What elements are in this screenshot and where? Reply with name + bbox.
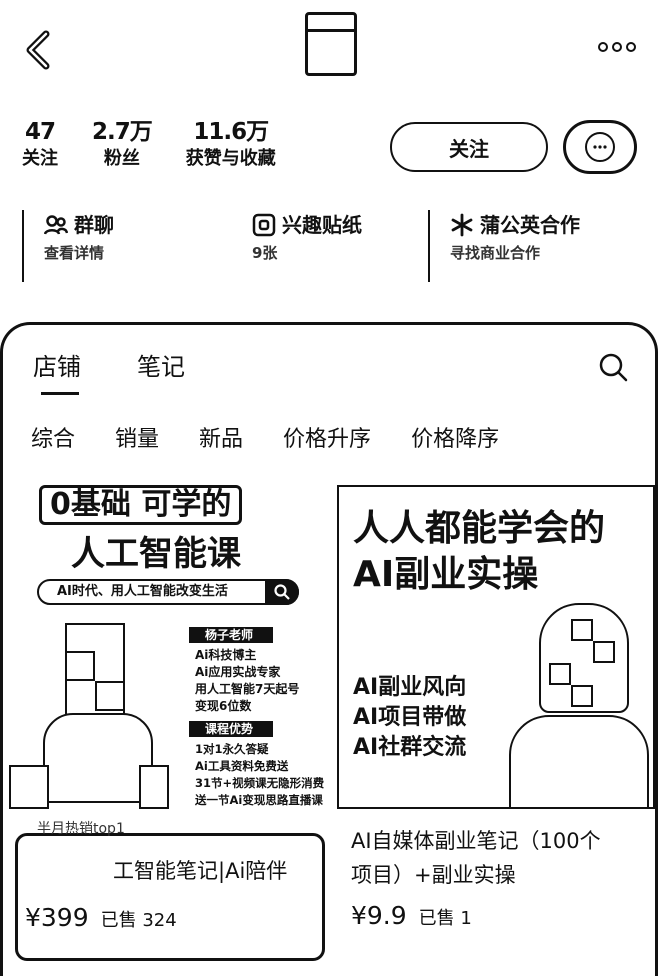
product-2-line: AI项目带做	[353, 705, 467, 730]
sticker-entry[interactable]: 兴趣贴纸 9张	[232, 210, 362, 282]
product-1-bullet: 送一节Ai变现思路直播课	[195, 793, 323, 807]
stat-likes[interactable]: 11.6万 获赞与收藏	[186, 118, 276, 172]
product-1-title[interactable]: 工智能笔记|Ai陪伴	[113, 853, 287, 889]
product-1-section1: 杨子老师	[189, 627, 273, 643]
stat-following-count: 47	[24, 119, 56, 145]
product-1-bullet: 1对1永久答疑	[195, 742, 269, 756]
back-arrow-icon[interactable]	[18, 28, 58, 72]
product-1-bullet: 变现6位数	[195, 699, 252, 713]
search-icon[interactable]	[597, 351, 629, 383]
sticker-icon	[252, 213, 276, 237]
product-2-title-line1[interactable]: AI自媒体副业笔记（100个	[351, 823, 601, 859]
product-1-banner: 0基础 可学的	[39, 485, 243, 525]
group-icon	[44, 215, 68, 235]
follow-button[interactable]: 关注	[390, 122, 548, 172]
stat-following[interactable]: 47 关注	[22, 118, 58, 172]
product-1-bullet: Ai工具资料免费送	[195, 759, 289, 773]
stat-following-label: 关注	[22, 148, 58, 169]
tab-notes[interactable]: 笔记	[137, 351, 185, 383]
dandelion-icon	[451, 213, 473, 237]
sticker-sub: 9张	[252, 244, 278, 262]
magnifier-icon	[274, 584, 290, 600]
sticker-title: 兴趣贴纸	[282, 213, 362, 237]
product-1-bullet: Ai科技博主	[195, 648, 257, 662]
product-1-search-text: AI时代、用人工智能改变生活	[57, 584, 228, 599]
product-2-title-line2[interactable]: 项目）+副业实操	[351, 857, 516, 893]
chat-bubble-icon	[585, 132, 615, 162]
product-2-headline2: AI副业实操	[353, 554, 539, 595]
product-1-badge: 半月热销top1	[37, 821, 125, 837]
shop-panel: 店铺 笔记 综合 销量 新品 价格升序 价格降序 0基础 可学的 人工智能课 A…	[0, 322, 658, 976]
stat-followers-count: 2.7万	[92, 119, 153, 145]
stat-likes-label: 获赞与收藏	[185, 148, 276, 169]
product-1-bullet: 用人工智能7天起号	[195, 682, 300, 696]
filter-new[interactable]: 新品	[199, 425, 243, 455]
product-1-bullet: Ai应用实战专家	[195, 665, 281, 679]
product-2-line: AI副业风向	[353, 675, 467, 700]
feature-row: 群聊 查看详情 兴趣贴纸 9张 蒲公英合作 寻找商业合作	[0, 210, 658, 292]
message-button[interactable]	[563, 120, 637, 174]
filter-price-asc[interactable]: 价格升序	[283, 425, 371, 455]
product-1-sold: 已售 324	[100, 910, 177, 931]
product-image-1[interactable]: 0基础 可学的 人工智能课 AI时代、用人工智能改变生活 杨子老师 Ai科技博主…	[9, 485, 327, 809]
brand-cooperation-sub: 寻找商业合作	[450, 244, 541, 262]
stat-likes-count: 11.6万	[193, 119, 269, 145]
product-1-bullet: 31节+视频课无隐形消费	[195, 776, 325, 790]
product-1-price: ¥399	[25, 903, 89, 932]
product-2-headline1: 人人都能学会的	[353, 508, 606, 549]
stat-followers[interactable]: 2.7万 粉丝	[92, 118, 153, 172]
product-2-price: ¥9.9	[351, 901, 407, 930]
filter-sales[interactable]: 销量	[115, 425, 159, 455]
avatar[interactable]	[305, 12, 357, 76]
top-bar	[0, 0, 658, 110]
stat-followers-label: 粉丝	[103, 148, 140, 169]
tab-shop[interactable]: 店铺	[33, 351, 81, 395]
group-chat-title: 群聊	[74, 213, 114, 237]
profile-stats: 47 关注 2.7万 粉丝 11.6万 获赞与收藏	[22, 118, 276, 172]
group-chat-entry[interactable]: 群聊 查看详情	[22, 210, 114, 282]
product-1-headline: 人工智能课	[71, 534, 241, 574]
product-2-line: AI社群交流	[353, 735, 467, 760]
brand-cooperation-title: 蒲公英合作	[480, 213, 580, 237]
tab-bar: 店铺 笔记	[33, 351, 185, 395]
product-1-section2: 课程优势	[189, 721, 273, 737]
brand-cooperation-entry[interactable]: 蒲公英合作 寻找商业合作	[428, 210, 580, 282]
group-chat-sub: 查看详情	[44, 244, 105, 262]
filter-price-desc[interactable]: 价格降序	[411, 425, 499, 455]
filter-overall[interactable]: 综合	[31, 425, 75, 455]
product-2-sold: 已售 1	[418, 908, 472, 929]
more-icon[interactable]	[598, 42, 636, 52]
sort-filters: 综合 销量 新品 价格升序 价格降序	[31, 425, 499, 455]
product-image-2[interactable]: 人人都能学会的 AI副业实操 AI副业风向 AI项目带做 AI社群交流	[337, 485, 655, 809]
